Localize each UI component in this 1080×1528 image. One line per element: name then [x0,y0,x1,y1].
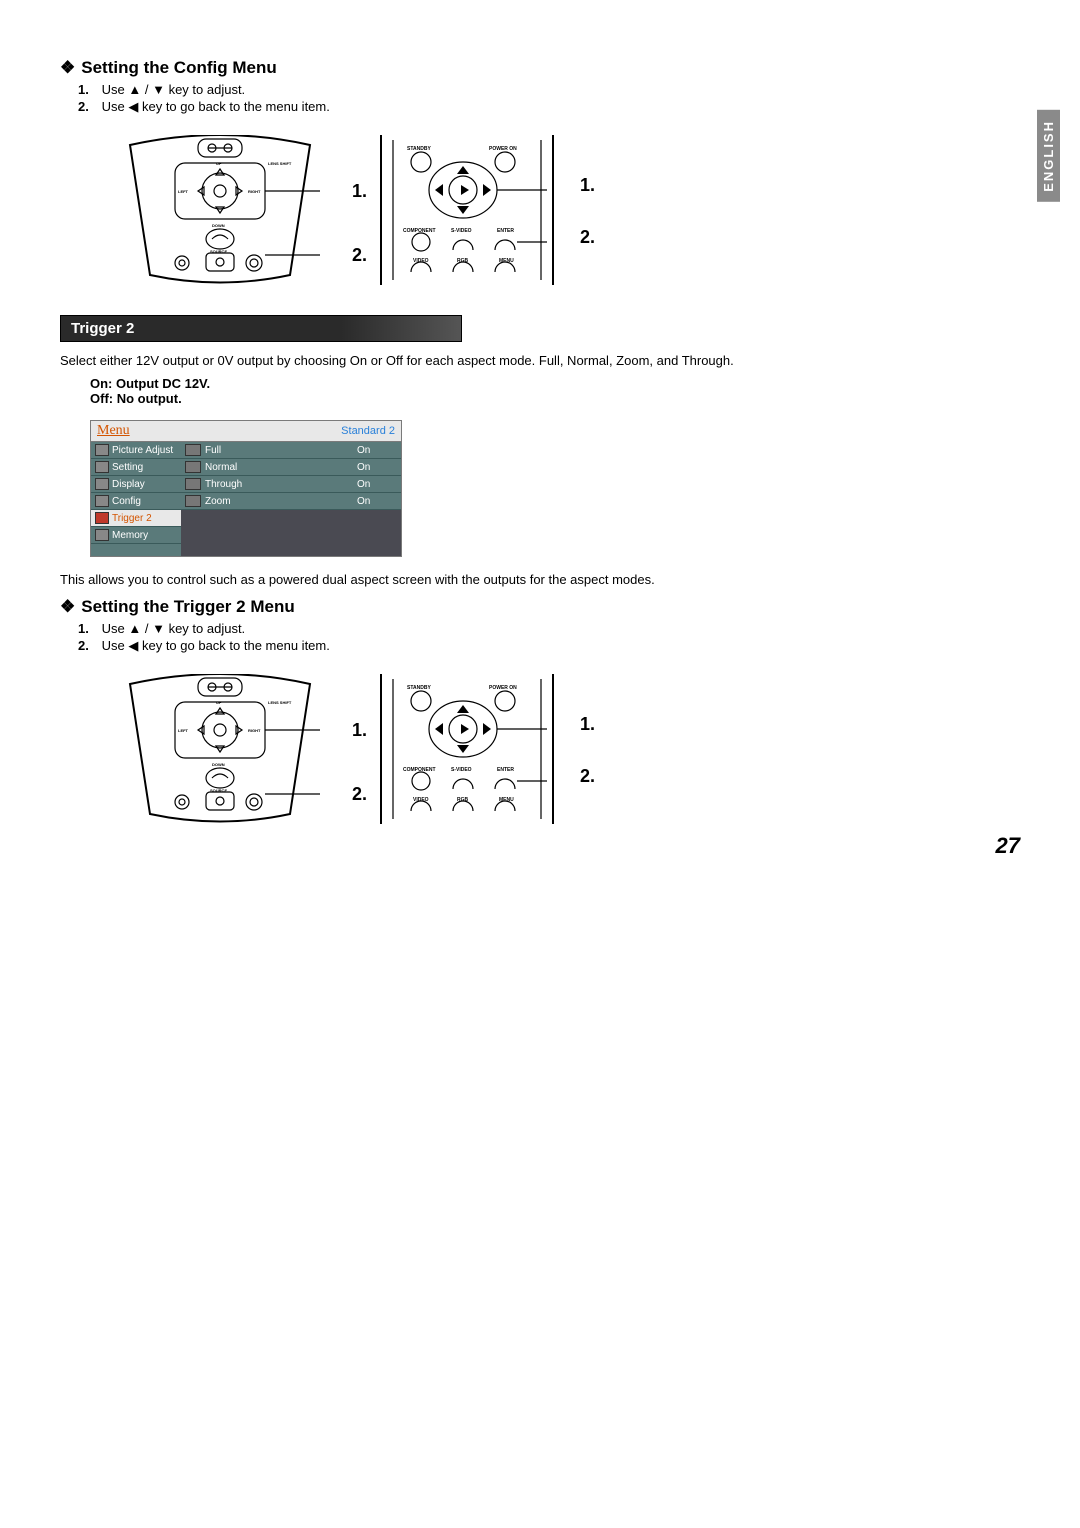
step-2b: 2. Use ◀ key to go back to the menu item… [60,638,1020,654]
label-source: SOURCE [210,249,227,254]
svg-text:STANDBY: STANDBY [407,685,431,691]
down-triangle-icon: ▼ [152,82,165,97]
osd-item-trigger2: Trigger 2 [91,510,181,527]
svg-text:SOURCE: SOURCE [210,788,227,793]
label-right: RIGHT [248,189,261,194]
diagram-row-1: UP DOWN LEFT RIGHT LENS SHIFT SOURCE 1. … [120,135,1020,285]
diamond-icon: ❖ [60,597,75,616]
left-triangle-icon: ◀ [128,99,138,115]
svg-text:ENTER: ENTER [497,767,514,773]
osd-title: Menu [97,423,130,439]
osd-item-picture-adjust: Picture Adjust [91,442,181,459]
left-triangle-icon: ◀ [128,638,138,654]
svg-text:STANDBY: STANDBY [407,146,431,152]
step-1b: 1. Use ▲ / ▼ key to adjust. [60,621,1020,636]
step-2: 2. Use ◀ key to go back to the menu item… [60,99,1020,115]
control-panel-svg: UP DOWN LEFT RIGHT LENS SHIFT SOURCE [120,135,320,285]
svg-text:DOWN: DOWN [212,762,225,767]
osd-row-full: FullOn [181,442,401,459]
remote-diagram-2: STANDBY POWER ON COMPONENT S-VIDEO ENTER [380,674,554,824]
label-down: DOWN [212,223,225,228]
page-number: 27 [996,833,1020,859]
trigger2-description: Select either 12V output or 0V output by… [60,352,1020,370]
label-up: UP [216,161,222,166]
svg-text:RIGHT: RIGHT [248,728,261,733]
callout-1: 1. [352,181,367,202]
diagram-row-2: UP DOWN LEFT RIGHT LENS SHIFT SOURCE 1. … [120,674,1020,824]
section-trigger2: Trigger 2 [60,315,462,342]
label-lensshift: LENS SHIFT [268,161,292,166]
remote-svg: STANDBY POWER ON COMPONENT S-VIDEO ENTER [387,140,547,280]
svg-text:POWER ON: POWER ON [489,146,517,152]
osd-row-zoom: ZoomOn [181,493,401,510]
svg-text:S-VIDEO: S-VIDEO [451,767,472,773]
callout-2-remote: 2. [580,227,595,248]
callout-2: 2. [352,245,367,266]
heading-config-menu: ❖Setting the Config Menu [60,58,1020,78]
svg-text:ENTER: ENTER [497,228,514,234]
osd-right-column: FullOn NormalOn ThroughOn ZoomOn [181,442,401,556]
osd-row-through: ThroughOn [181,476,401,493]
diamond-icon: ❖ [60,58,75,77]
callout-1: 1. [352,720,367,741]
control-panel-svg-2: UP DOWN LEFT RIGHT LENS SHIFT SOURCE [120,674,320,824]
callout-2-remote: 2. [580,766,595,787]
callout-2: 2. [352,784,367,805]
osd-row-normal: NormalOn [181,459,401,476]
osd-item-display: Display [91,476,181,493]
remote-svg-2: STANDBY POWER ON COMPONENT S-VIDEO ENTER [387,679,547,819]
control-panel-diagram-2: UP DOWN LEFT RIGHT LENS SHIFT SOURCE 1. … [120,674,320,824]
control-panel-diagram: UP DOWN LEFT RIGHT LENS SHIFT SOURCE 1. … [120,135,320,285]
osd-standard: Standard 2 [341,425,395,437]
heading-trigger2-menu: ❖Setting the Trigger 2 Menu [60,597,1020,617]
osd-item-setting: Setting [91,459,181,476]
label-left: LEFT [178,189,189,194]
up-triangle-icon: ▲ [128,621,141,636]
svg-text:LENS SHIFT: LENS SHIFT [268,700,292,705]
trigger2-note: This allows you to control such as a pow… [60,571,1020,589]
osd-item-memory: Memory [91,527,181,544]
osd-item-config: Config [91,493,181,510]
down-triangle-icon: ▼ [152,621,165,636]
osd-menu: Menu Standard 2 Picture Adjust Setting D… [90,420,402,557]
remote-diagram: STANDBY POWER ON COMPONENT S-VIDEO ENTER [380,135,554,285]
trigger2-off: Off: No output. [90,391,1020,406]
svg-text:UP: UP [216,700,222,705]
callout-1-remote: 1. [580,175,595,196]
up-triangle-icon: ▲ [128,82,141,97]
osd-left-column: Picture Adjust Setting Display Config Tr… [91,442,181,556]
svg-text:S-VIDEO: S-VIDEO [451,228,472,234]
step-1: 1. Use ▲ / ▼ key to adjust. [60,82,1020,97]
trigger2-on: On: Output DC 12V. [90,376,1020,391]
callout-1-remote: 1. [580,714,595,735]
svg-text:LEFT: LEFT [178,728,189,733]
language-tab: ENGLISH [1037,110,1060,202]
svg-text:POWER ON: POWER ON [489,685,517,691]
